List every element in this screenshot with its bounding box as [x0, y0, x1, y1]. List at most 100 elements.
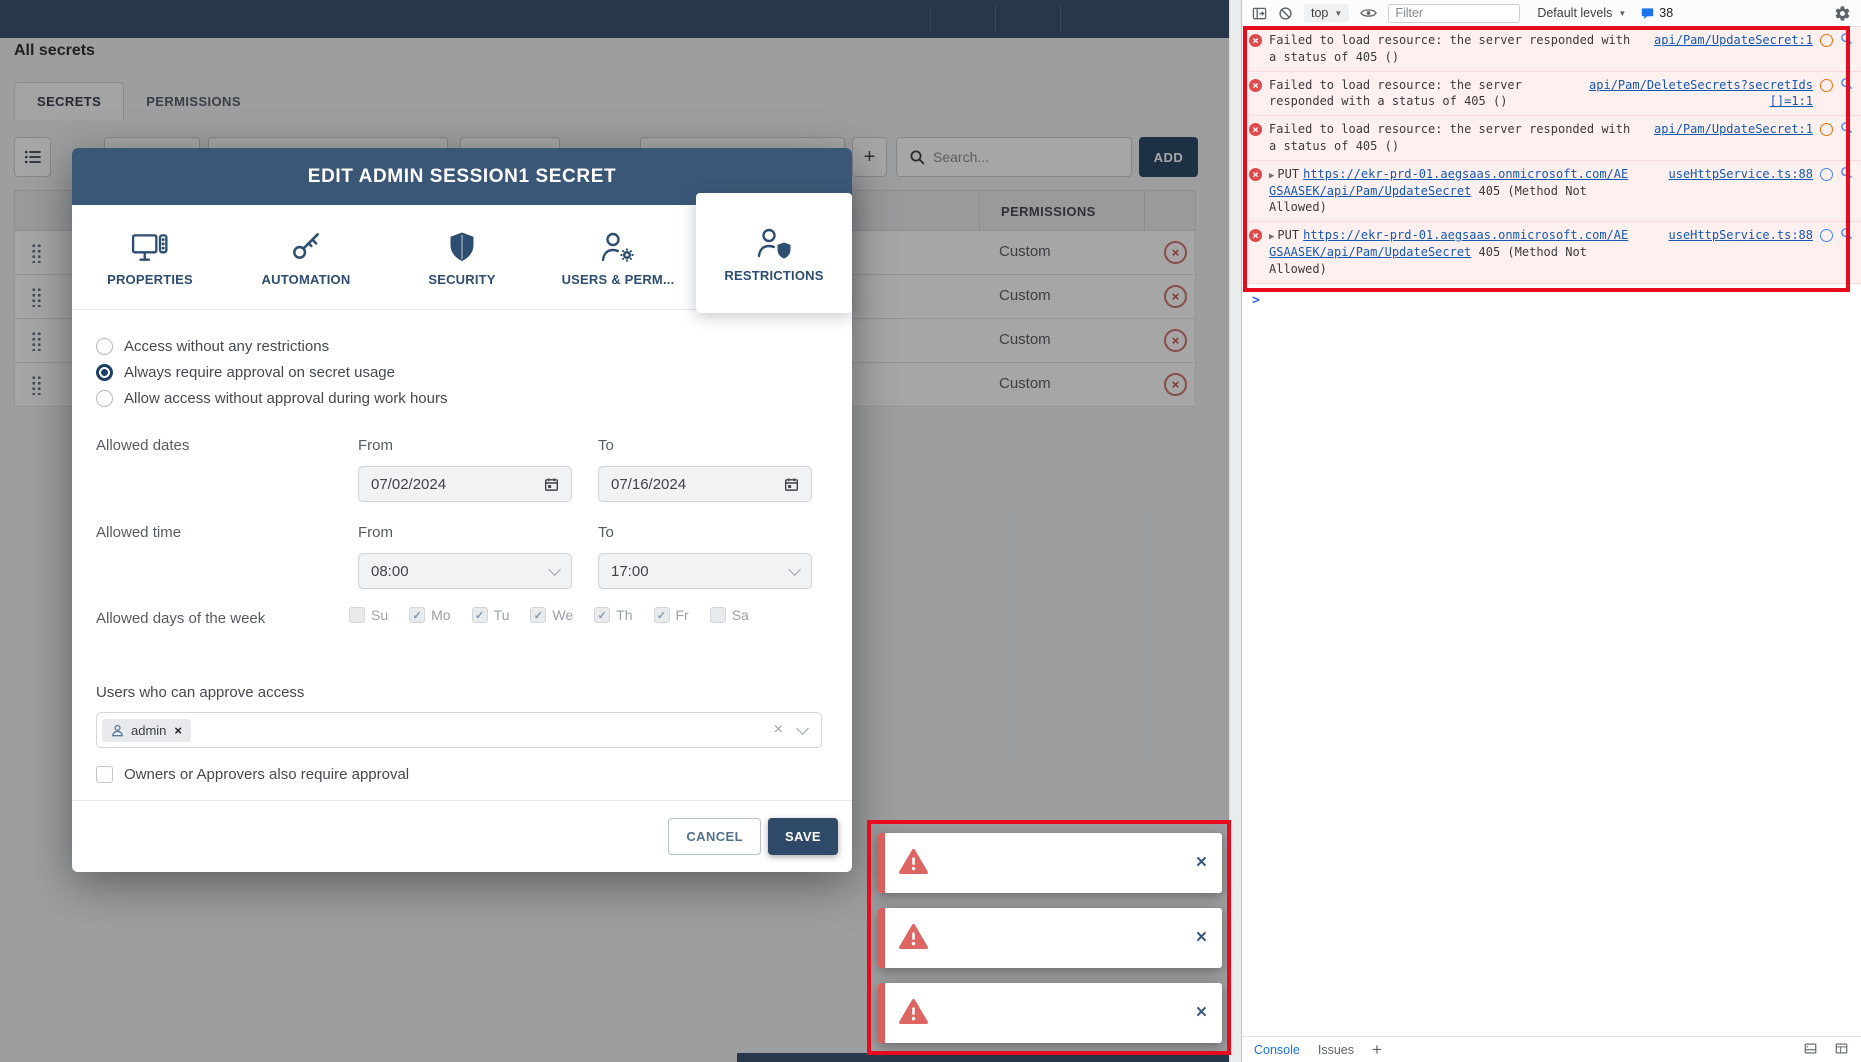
devtools-settings-gear-icon[interactable] [1834, 5, 1851, 22]
console-error-message: Failed to load resource: the server resp… [1242, 72, 1861, 117]
cancel-button[interactable]: CANCEL [668, 818, 761, 855]
tab-security[interactable]: SECURITY [384, 205, 540, 309]
levels-label: Default levels [1537, 6, 1612, 20]
tab-console[interactable]: Console [1254, 1043, 1300, 1057]
close-icon[interactable] [1196, 1003, 1207, 1022]
owners-approval-checkbox-row[interactable]: Owners or Approvers also require approva… [96, 766, 409, 783]
clear-console-icon[interactable] [1278, 6, 1293, 21]
error-text: Failed to load resource: the server resp… [1269, 121, 1631, 155]
tab-label: USERS & PERM... [562, 272, 675, 287]
radio-button-selected[interactable] [96, 364, 113, 381]
tab-restrictions[interactable]: RESTRICTIONS [696, 193, 852, 313]
console-prompt[interactable]: > [1242, 284, 1861, 317]
warning-icon [898, 848, 929, 880]
tab-automation[interactable]: AUTOMATION [228, 205, 384, 309]
console-sidebar-icon[interactable] [1252, 6, 1267, 21]
search-similar-icon[interactable] [1840, 121, 1853, 134]
close-icon[interactable] [1196, 853, 1207, 872]
day-checkbox-th[interactable]: Th [594, 607, 632, 623]
checkbox-checked[interactable] [530, 607, 546, 623]
tab-issues[interactable]: Issues [1318, 1043, 1354, 1057]
issue-badge-icon[interactable] [1820, 229, 1833, 242]
dropdown-arrow-icon: ▼ [1618, 9, 1626, 18]
radio-label: Allow access without approval during wor… [124, 390, 448, 407]
date-to-input[interactable]: 07/16/2024 [598, 466, 812, 502]
secret-management-app: All secrets SECRETS PERMISSIONS + ADD DE… [0, 0, 1241, 1062]
radio-always-require-approval[interactable]: Always require approval on secret usage [96, 362, 395, 382]
close-icon[interactable] [1196, 928, 1207, 947]
tab-label: PROPERTIES [107, 272, 193, 287]
shield-icon [447, 227, 477, 263]
day-checkbox-we[interactable]: We [530, 607, 573, 623]
error-toast [878, 908, 1222, 968]
issue-badge-icon[interactable] [1820, 168, 1833, 181]
checkbox[interactable] [96, 766, 113, 783]
time-from-select[interactable]: 08:00 [358, 553, 572, 589]
checkbox-checked[interactable] [409, 607, 425, 623]
issue-badge-icon[interactable] [1820, 79, 1833, 92]
time-to-select[interactable]: 17:00 [598, 553, 812, 589]
date-from-input[interactable]: 07/02/2024 [358, 466, 572, 502]
context-selector[interactable]: top ▼ [1304, 4, 1349, 22]
error-icon [1249, 168, 1262, 181]
edit-secret-dialog: EDIT ADMIN SESSION1 SECRET PROPERTIES AU… [72, 148, 852, 872]
search-similar-icon[interactable] [1840, 166, 1853, 179]
monitor-icon [131, 227, 169, 263]
radio-button[interactable] [96, 338, 113, 355]
chevron-down-icon [790, 569, 799, 574]
checkbox-checked[interactable] [472, 607, 488, 623]
console-filter-input[interactable] [1388, 4, 1520, 23]
message-count: 38 [1659, 6, 1673, 20]
checkbox-label: Owners or Approvers also require approva… [124, 766, 409, 783]
user-tag-label: admin [131, 723, 166, 738]
allowed-days-label: Allowed days of the week [96, 610, 265, 627]
panel-layout-icon[interactable] [1834, 1042, 1849, 1058]
expand-icon[interactable] [1269, 232, 1274, 242]
search-similar-icon[interactable] [1840, 32, 1853, 45]
source-link[interactable]: api/Pam/UpdateSecret:1 [1654, 32, 1813, 49]
checkbox-checked[interactable] [654, 607, 670, 623]
search-similar-icon[interactable] [1840, 77, 1853, 90]
source-link[interactable]: api/Pam/DeleteSecrets?secretIds[]=1:1 [1585, 77, 1813, 111]
radio-button[interactable] [96, 390, 113, 407]
calendar-icon[interactable] [544, 477, 559, 492]
console-error-message: Failed to load resource: the server resp… [1242, 27, 1861, 72]
calendar-icon[interactable] [784, 477, 799, 492]
day-checkbox-su[interactable]: Su [349, 607, 388, 623]
days-of-week: Su Mo Tu We Th Fr Sa [349, 607, 749, 623]
radio-no-restrictions[interactable]: Access without any restrictions [96, 336, 329, 356]
tab-users-permissions[interactable]: USERS & PERM... [540, 205, 696, 309]
search-similar-icon[interactable] [1840, 227, 1853, 240]
source-link[interactable]: useHttpService.ts:88 [1669, 227, 1814, 244]
source-link[interactable]: useHttpService.ts:88 [1669, 166, 1814, 183]
dialog-tabs: PROPERTIES AUTOMATION SECURITY [72, 205, 852, 310]
day-checkbox-sa[interactable]: Sa [710, 607, 749, 623]
day-checkbox-mo[interactable]: Mo [409, 607, 450, 623]
page-scrollbar[interactable] [1229, 0, 1241, 1062]
log-levels-dropdown[interactable]: Default levels ▼ [1537, 6, 1626, 20]
context-value: top [1311, 6, 1328, 20]
radio-allow-work-hours[interactable]: Allow access without approval during wor… [96, 388, 448, 408]
checkbox-checked[interactable] [594, 607, 610, 623]
dock-icon[interactable] [1803, 1042, 1818, 1058]
approvers-multiselect[interactable]: admin [96, 712, 822, 748]
issue-badge-icon[interactable] [1820, 34, 1833, 47]
devtools-bottom-bar: Console Issues [1242, 1036, 1861, 1062]
radio-label: Access without any restrictions [124, 338, 329, 355]
live-expression-eye-icon[interactable] [1360, 7, 1377, 19]
checkbox[interactable] [710, 607, 726, 623]
add-drawer-tab-icon[interactable] [1372, 1041, 1382, 1058]
issue-badge-icon[interactable] [1820, 123, 1833, 136]
checkbox[interactable] [349, 607, 365, 623]
expand-icon[interactable] [1269, 171, 1274, 181]
chevron-down-icon[interactable] [796, 722, 809, 735]
remove-tag-icon[interactable] [174, 723, 182, 738]
time-from-value: 08:00 [371, 563, 409, 580]
tab-properties[interactable]: PROPERTIES [72, 205, 228, 309]
clear-selection-icon[interactable] [774, 722, 783, 738]
save-button[interactable]: SAVE [768, 818, 838, 855]
day-checkbox-fr[interactable]: Fr [654, 607, 689, 623]
devtools-panel: top ▼ Default levels ▼ 38 Failed to [1241, 0, 1861, 1062]
day-checkbox-tu[interactable]: Tu [472, 607, 510, 623]
source-link[interactable]: api/Pam/UpdateSecret:1 [1654, 121, 1813, 138]
